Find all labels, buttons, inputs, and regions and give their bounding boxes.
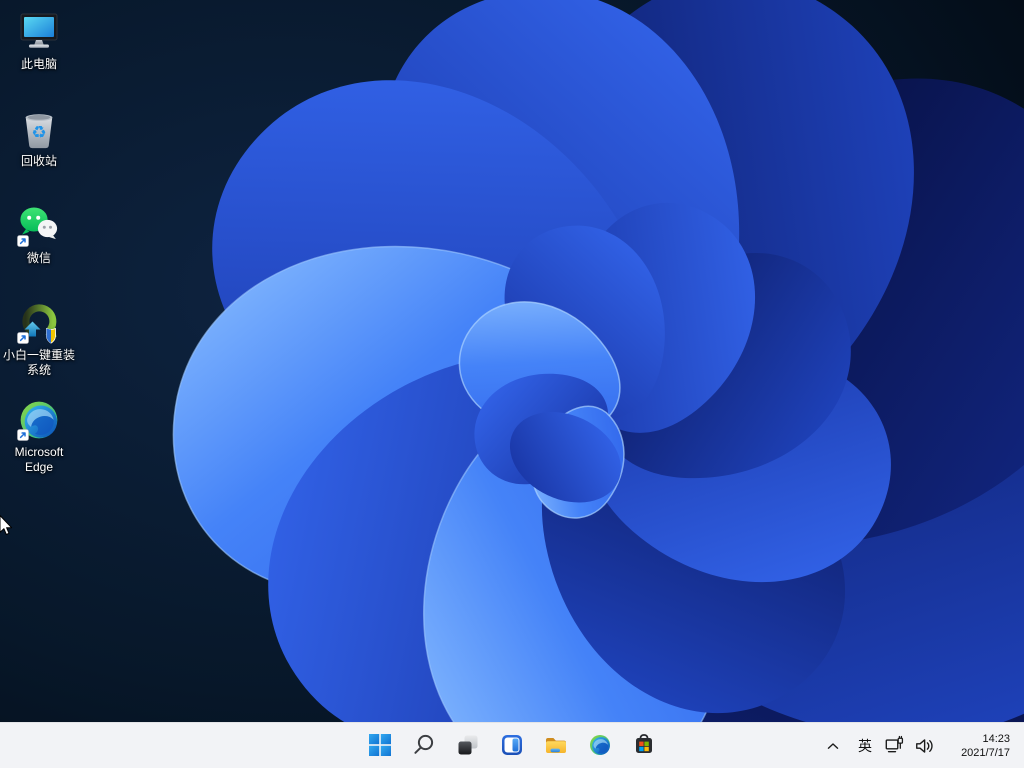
edge-icon xyxy=(588,733,612,757)
edge-icon xyxy=(17,398,61,442)
network-button[interactable] xyxy=(880,727,910,765)
store-button[interactable] xyxy=(624,725,664,765)
clock[interactable]: 14:23 2021/7/17 xyxy=(940,732,1010,760)
tray-overflow-button[interactable] xyxy=(818,727,848,765)
system-tray: 英 14:23 2021/7/17 xyxy=(818,723,1024,768)
clock-time: 14:23 xyxy=(982,732,1010,745)
widgets-button[interactable] xyxy=(492,725,532,765)
xiaobai-reinstall-icon xyxy=(17,301,61,345)
ethernet-icon xyxy=(885,735,904,752)
file-explorer-icon xyxy=(546,738,566,753)
windows-logo-icon xyxy=(369,734,391,756)
task-view-icon xyxy=(458,735,478,755)
shortcut-arrow-badge xyxy=(17,332,29,344)
desktop-icon-label: 小白一键重装系统 xyxy=(2,348,75,377)
chevron-up-icon xyxy=(827,742,839,749)
clock-date: 2021/7/17 xyxy=(961,746,1010,759)
shortcut-arrow-badge xyxy=(17,235,29,247)
start-button[interactable] xyxy=(360,725,400,765)
task-view-button[interactable] xyxy=(448,725,488,765)
desktop-icon-recycle-bin[interactable]: ♻ 回收站 xyxy=(2,107,76,169)
shortcut-arrow-badge xyxy=(17,429,29,441)
taskbar: 英 14:23 2021/7/17 xyxy=(0,722,1024,768)
file-explorer-button[interactable] xyxy=(536,725,576,765)
search-button[interactable] xyxy=(404,725,444,765)
desktop-icon-label: 微信 xyxy=(26,251,51,265)
wechat-icon xyxy=(17,204,61,248)
recycle-bin-icon: ♻ xyxy=(17,107,61,151)
svg-text:♻: ♻ xyxy=(31,123,46,143)
volume-button[interactable] xyxy=(910,727,940,765)
store-icon xyxy=(636,734,652,753)
widgets-icon xyxy=(502,735,522,755)
edge-button[interactable] xyxy=(580,725,620,765)
this-pc-icon xyxy=(17,10,61,54)
desktop-icon-wechat[interactable]: 微信 xyxy=(2,204,76,266)
ime-indicator[interactable]: 英 xyxy=(850,727,880,765)
speaker-icon xyxy=(916,738,933,753)
desktop-icon-microsoft-edge[interactable]: Microsoft Edge xyxy=(2,398,76,475)
desktop-icon-this-pc[interactable]: 此电脑 xyxy=(2,10,76,72)
wallpaper-bloom xyxy=(0,0,1024,768)
desktop-icon-xiaobai-reinstall[interactable]: 小白一键重装系统 xyxy=(2,301,76,378)
desktop-icon-label: 此电脑 xyxy=(20,57,57,71)
search-icon xyxy=(414,734,434,754)
desktop-icon-label: 回收站 xyxy=(20,154,57,168)
desktop-icon-label: Microsoft Edge xyxy=(14,445,64,474)
taskbar-app-buttons xyxy=(360,725,664,765)
